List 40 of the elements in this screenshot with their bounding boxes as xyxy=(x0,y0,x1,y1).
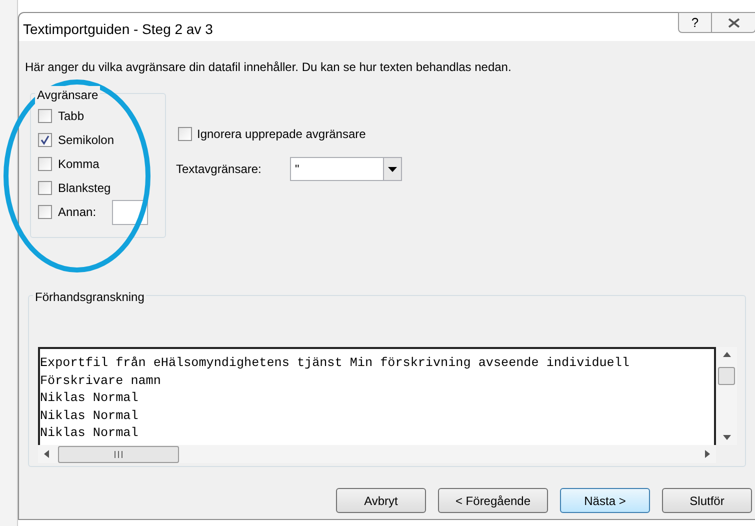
checkbox[interactable] xyxy=(38,109,52,123)
preview-line: Niklas Normal xyxy=(40,390,138,407)
vertical-scrollbar[interactable] xyxy=(716,347,737,445)
checkbox-label: Semikolon xyxy=(58,132,114,149)
dialog-button[interactable]: < Föregående xyxy=(438,488,548,513)
preview-line: Niklas Normal xyxy=(40,408,138,424)
text-qualifier-label: Textavgränsare: xyxy=(176,161,262,178)
scroll-right-icon xyxy=(705,450,710,458)
dialog-button[interactable]: Avbryt xyxy=(336,488,426,513)
horizontal-scrollbar[interactable] xyxy=(38,445,716,463)
help-button[interactable]: ? xyxy=(678,12,712,33)
scroll-thumb[interactable] xyxy=(718,367,735,385)
checkbox-label: Blanksteg xyxy=(58,180,111,197)
dialog-button[interactable]: Nästa > xyxy=(560,488,650,513)
grip-icon xyxy=(114,450,123,458)
checkbox[interactable] xyxy=(38,133,52,147)
dropdown-arrow-icon xyxy=(388,166,397,172)
preview-line: Niklas Normal xyxy=(40,425,138,442)
checkbox[interactable] xyxy=(178,127,192,141)
checkbox[interactable] xyxy=(38,181,52,195)
scroll-left-icon xyxy=(44,450,49,458)
check-icon xyxy=(40,135,50,145)
text-qualifier-dropdown[interactable]: " xyxy=(290,157,402,181)
checkbox-label: Komma xyxy=(58,156,100,173)
close-button[interactable] xyxy=(712,12,755,33)
checkbox-label: Tabb xyxy=(58,108,84,125)
preview-line: Förskrivare namn xyxy=(40,372,161,390)
checkbox-label: Annan: xyxy=(58,204,96,221)
checkbox-label: Ignorera upprepade avgränsare xyxy=(197,126,366,143)
preview-line: Exportfil från eHälsomyndighetens tjänst Min förskrivning avseende individuell xyxy=(40,355,630,372)
close-icon xyxy=(728,18,740,28)
dialog-button[interactable]: Slutför xyxy=(662,488,752,513)
checkbox[interactable] xyxy=(38,157,52,171)
checkbox[interactable] xyxy=(38,205,52,219)
scroll-down-icon xyxy=(722,435,730,440)
scroll-thumb[interactable] xyxy=(58,446,179,462)
scroll-up-icon xyxy=(722,352,730,357)
instruction-text: Här anger du vilka avgränsare din datafil innehåller. Du kan se hur texten behandlas nedan. xyxy=(25,59,512,76)
group-title: Avgränsare xyxy=(35,86,100,104)
window-title: Textimportguiden - Steg 2 av 3 xyxy=(23,20,213,39)
